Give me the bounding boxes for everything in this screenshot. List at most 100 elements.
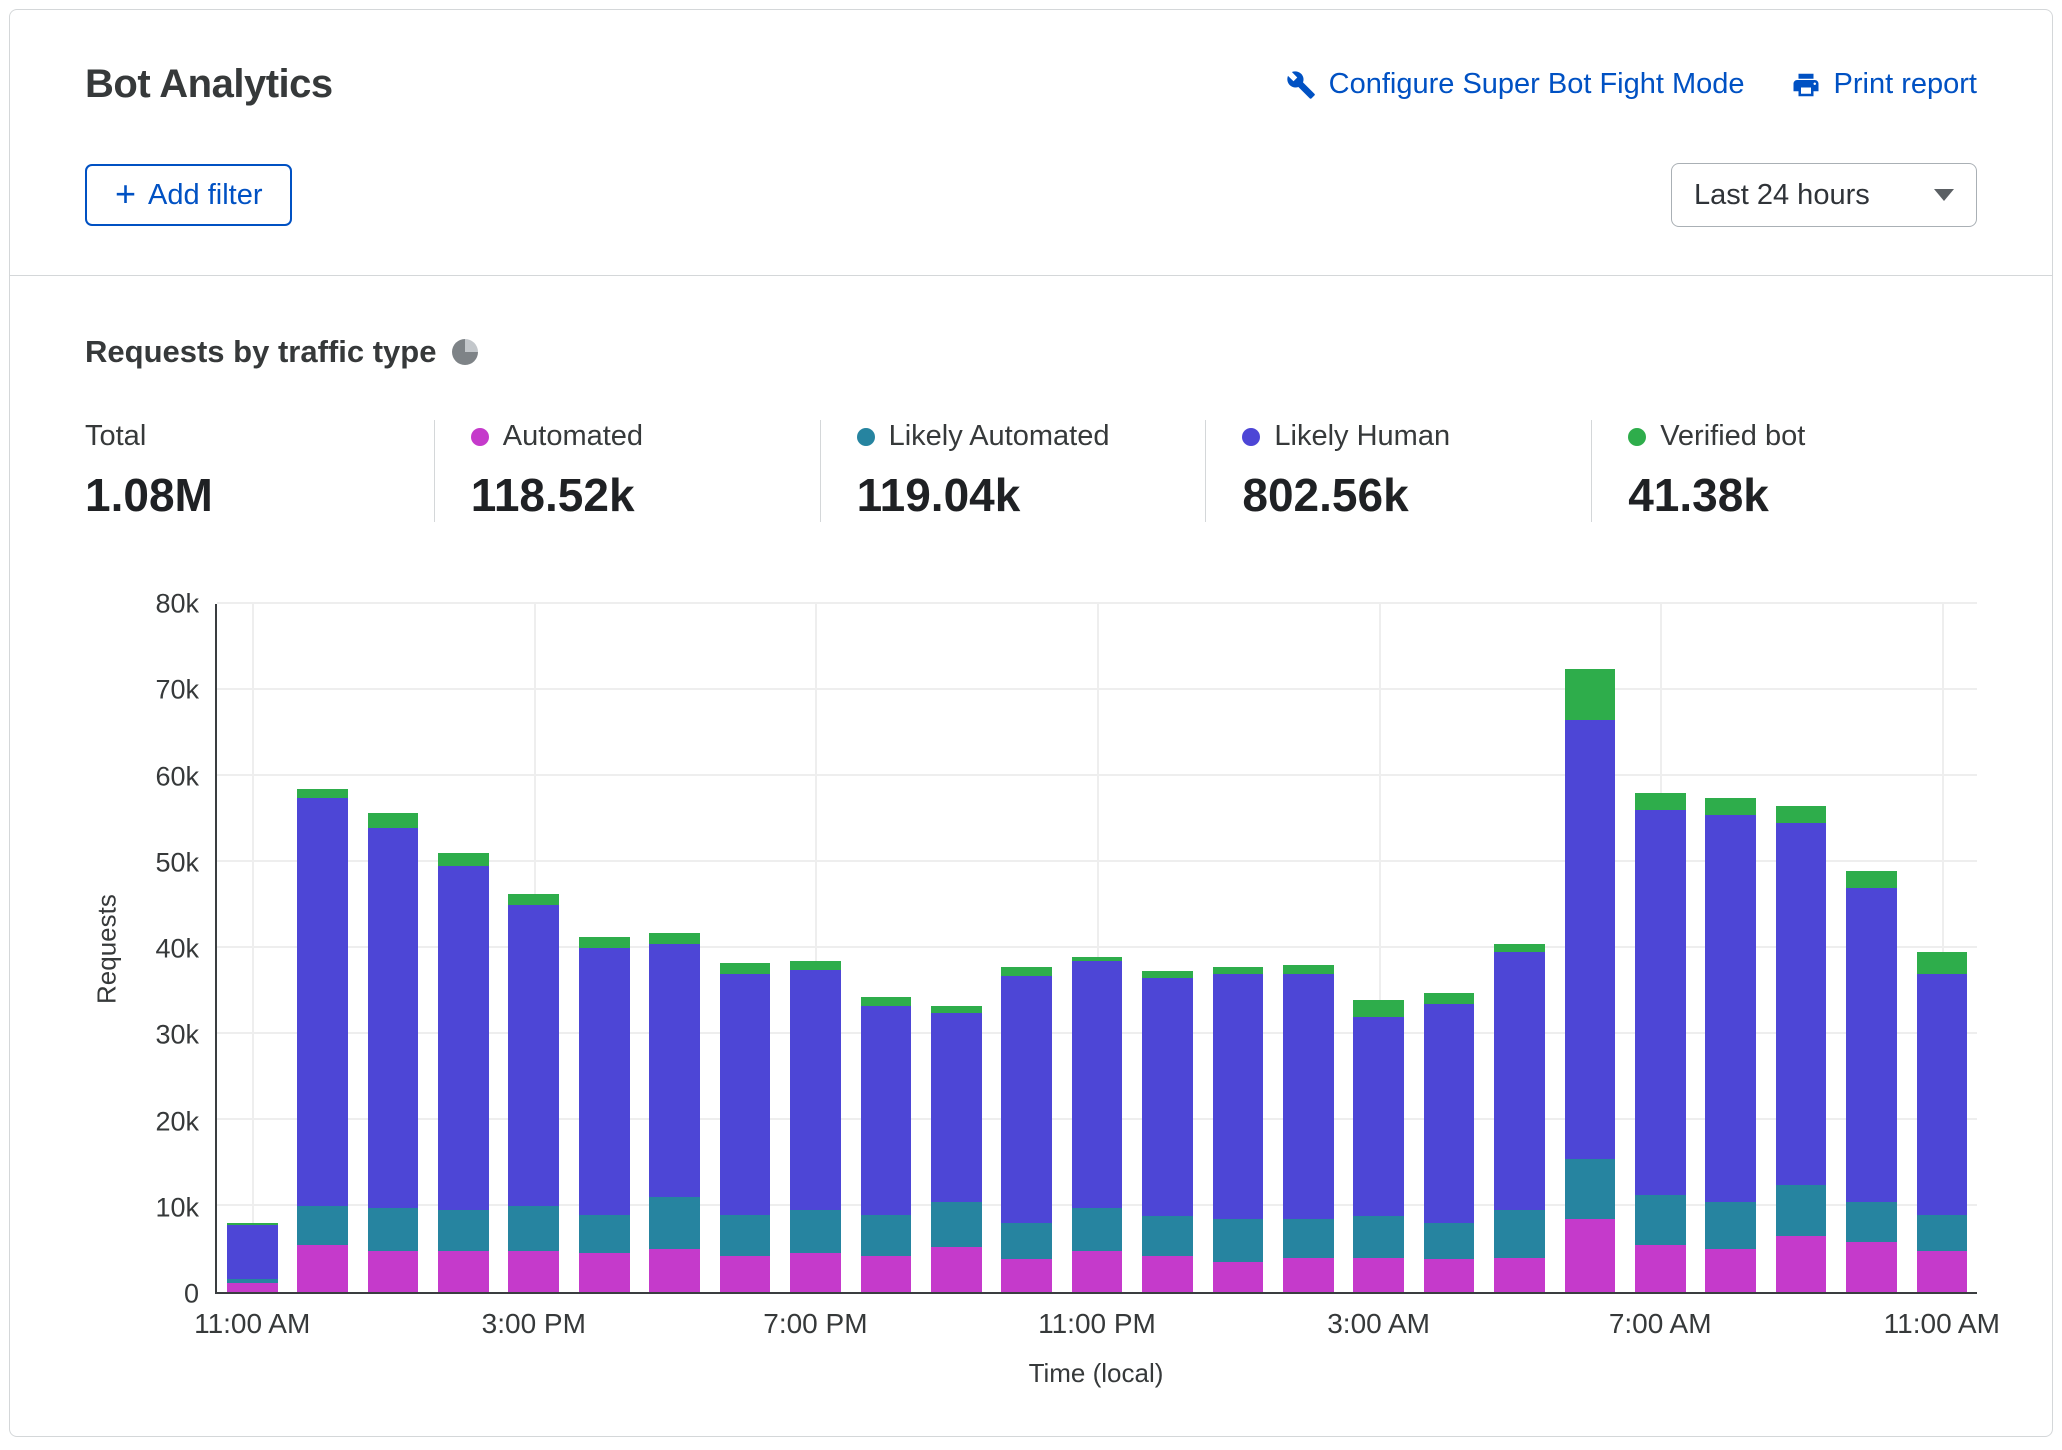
bar-segment-likely-human [508, 905, 559, 1206]
bars-layer [217, 604, 1977, 1292]
bar-segment-automated [931, 1247, 982, 1292]
bar-segment-likely-human [227, 1225, 278, 1279]
bar-segment-likely-automated [368, 1208, 419, 1251]
bar-segment-likely-automated [1142, 1216, 1193, 1256]
x-axis-title: Time (local) [215, 1358, 1977, 1389]
print-report-link[interactable]: Print report [1791, 68, 1977, 101]
stacked-bar [931, 604, 982, 1292]
stacked-bar [1213, 604, 1264, 1292]
y-axis-title: Requests [85, 604, 129, 1294]
bar-segment-likely-automated [720, 1215, 771, 1256]
bar-segment-likely-human [1424, 1004, 1475, 1223]
pie-chart-icon [452, 339, 478, 365]
stacked-bar [1705, 604, 1756, 1292]
bar-segment-verified-bot [1705, 798, 1756, 815]
bar-segment-verified-bot [297, 789, 348, 798]
bar-segment-likely-automated [790, 1210, 841, 1253]
bar-slot [358, 604, 428, 1292]
automated-legend-dot [471, 428, 489, 446]
stacked-bar [1565, 604, 1616, 1292]
stat-value: 118.52k [471, 468, 800, 522]
x-tick-label: 11:00 AM [194, 1308, 310, 1340]
section-title-row: Requests by traffic type [85, 334, 1977, 370]
bar-segment-verified-bot [1917, 952, 1968, 974]
header-actions: Configure Super Bot Fight Mode Print rep… [1286, 68, 1977, 101]
printer-icon [1791, 70, 1821, 100]
bar-segment-verified-bot [649, 933, 700, 944]
wrench-icon [1286, 70, 1316, 100]
add-filter-button[interactable]: + Add filter [85, 164, 292, 226]
bar-segment-likely-human [368, 828, 419, 1208]
y-tick-label: 50k [155, 847, 199, 878]
stat-value: 119.04k [857, 468, 1186, 522]
bar-segment-automated [579, 1253, 630, 1292]
stacked-bar [438, 604, 489, 1292]
bar-segment-likely-automated [1846, 1202, 1897, 1242]
bar-segment-likely-human [1705, 815, 1756, 1202]
add-filter-label: Add filter [148, 179, 262, 212]
configure-super-bot-fight-mode-link[interactable]: Configure Super Bot Fight Mode [1286, 68, 1745, 101]
chevron-down-icon [1934, 189, 1954, 201]
bar-segment-verified-bot [1353, 1000, 1404, 1017]
bar-segment-likely-automated [1424, 1223, 1475, 1259]
bar-segment-verified-bot [1776, 806, 1827, 823]
bar-segment-verified-bot [1424, 993, 1475, 1004]
stat-likely-automated: Likely Automated119.04k [820, 420, 1206, 522]
bar-segment-likely-automated [1635, 1195, 1686, 1245]
stacked-bar [1635, 604, 1686, 1292]
stat-label-row: Total [85, 420, 414, 453]
stat-label: Total [85, 420, 146, 453]
stat-verified-bot: Verified bot41.38k [1591, 420, 1977, 522]
bar-slot [499, 604, 569, 1292]
bar-segment-likely-automated [1353, 1216, 1404, 1257]
bar-slot [1696, 604, 1766, 1292]
bar-segment-likely-automated [1705, 1202, 1756, 1249]
bar-segment-verified-bot [1565, 669, 1616, 721]
stat-label-row: Likely Human [1242, 420, 1571, 453]
stacked-bar [649, 604, 700, 1292]
bar-slot [780, 604, 850, 1292]
time-range-select[interactable]: Last 24 hours [1671, 163, 1977, 227]
bar-slot [1625, 604, 1695, 1292]
stacked-bar [790, 604, 841, 1292]
bar-segment-likely-human [1565, 720, 1616, 1159]
stat-value: 41.38k [1628, 468, 1957, 522]
bar-segment-likely-automated [1494, 1210, 1545, 1257]
bar-slot [1484, 604, 1554, 1292]
stacked-bar [720, 604, 771, 1292]
bar-segment-likely-human [649, 944, 700, 1198]
bar-segment-likely-human [297, 798, 348, 1207]
bar-segment-verified-bot [720, 963, 771, 974]
stacked-bar [579, 604, 630, 1292]
chart-section: Requests by traffic type Total1.08MAutom… [10, 276, 2052, 1389]
bar-slot [1766, 604, 1836, 1292]
stat-label-row: Automated [471, 420, 800, 453]
filter-row: + Add filter Last 24 hours [85, 163, 1977, 227]
plot-area: 11:00 AM3:00 PM7:00 PM11:00 PM3:00 AM7:0… [215, 604, 1977, 1294]
bar-slot [1344, 604, 1414, 1292]
bar-segment-likely-human [1353, 1017, 1404, 1217]
bar-segment-likely-human [1072, 961, 1123, 1208]
bar-segment-verified-bot [1846, 871, 1897, 888]
bar-segment-verified-bot [1635, 793, 1686, 810]
bar-segment-automated [1424, 1259, 1475, 1292]
bar-segment-likely-human [1283, 974, 1334, 1219]
stacked-bar [368, 604, 419, 1292]
bot-analytics-card: Bot Analytics Configure Super Bot Fight … [9, 9, 2053, 1437]
stacked-bar [1846, 604, 1897, 1292]
x-tick-label: 7:00 AM [1609, 1308, 1712, 1340]
bar-segment-automated [1213, 1262, 1264, 1292]
bar-segment-likely-automated [1001, 1223, 1052, 1259]
likely-automated-legend-dot [857, 428, 875, 446]
bar-segment-likely-automated [1283, 1219, 1334, 1258]
bar-segment-automated [1846, 1242, 1897, 1292]
bar-segment-likely-automated [1565, 1159, 1616, 1219]
stacked-bar [1917, 604, 1968, 1292]
configure-link-label: Configure Super Bot Fight Mode [1329, 68, 1745, 101]
bar-segment-automated [790, 1253, 841, 1292]
bar-segment-automated [1353, 1258, 1404, 1292]
stacked-bar [1283, 604, 1334, 1292]
y-tick-label: 0 [184, 1279, 199, 1310]
header-row: Bot Analytics Configure Super Bot Fight … [85, 62, 1977, 107]
y-tick-label: 30k [155, 1020, 199, 1051]
